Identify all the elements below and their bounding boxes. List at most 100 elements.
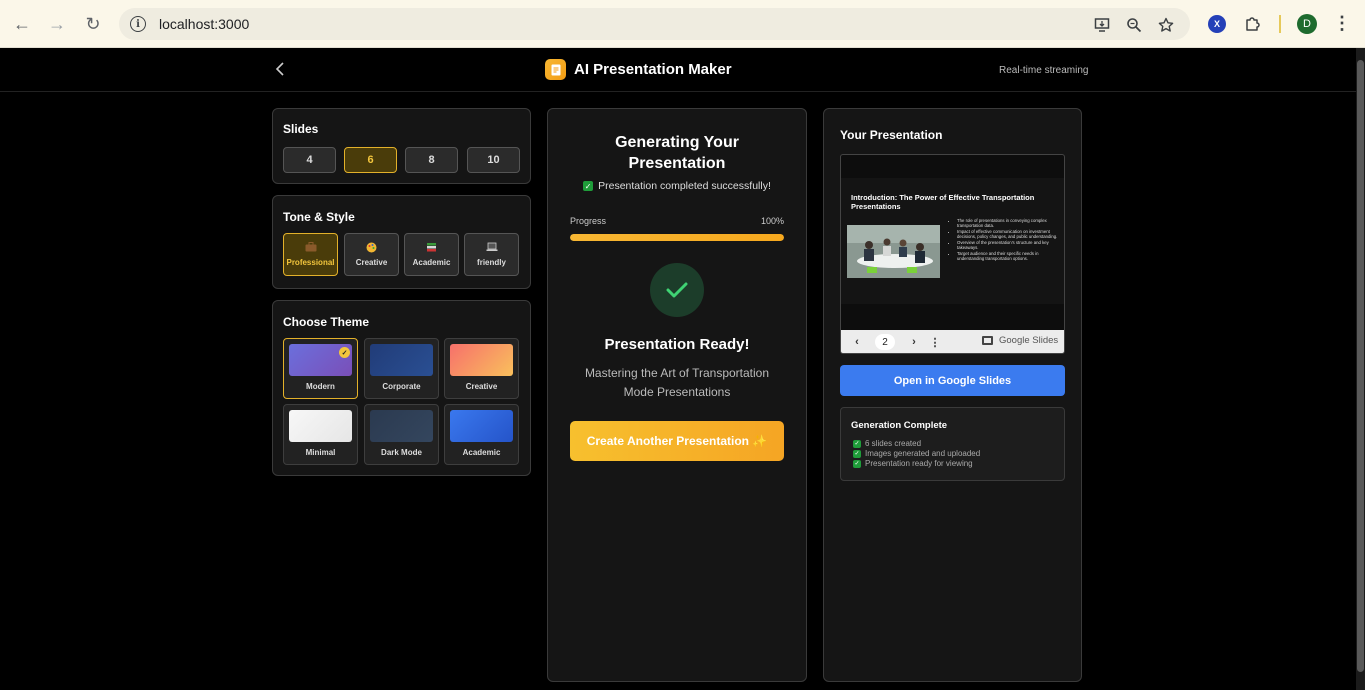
generation-status: ✓ Presentation completed successfully! <box>548 180 806 192</box>
app-brand: AI Presentation Maker <box>545 59 732 80</box>
slide-bullet: Impact of effective communication on inv… <box>957 229 1059 239</box>
slide-count-8-button[interactable]: 8 <box>405 147 458 173</box>
open-in-google-slides-button[interactable]: Open in Google Slides <box>840 365 1065 396</box>
slide-bullet: The role of presentations in conveying c… <box>957 218 1059 228</box>
ready-check-icon <box>650 263 704 317</box>
theme-panel: Choose Theme ✓ Modern Corporate Creative… <box>272 300 531 476</box>
site-info-icon[interactable]: i <box>130 16 146 32</box>
theme-name: Dark Mode <box>381 448 422 457</box>
url-text[interactable]: localhost:3000 <box>159 16 249 32</box>
slide-preview: Introduction: The Power of Effective Tra… <box>841 178 1064 304</box>
extensions-puzzle-icon[interactable] <box>1242 12 1264 34</box>
browser-toolbar: ← → ↻ i localhost:3000 X D ⋮ <box>0 0 1365 48</box>
theme-minimal-card[interactable]: Minimal <box>283 404 358 465</box>
theme-swatch <box>370 344 433 376</box>
zoom-icon[interactable] <box>1125 16 1143 34</box>
check-icon: ✓ <box>853 449 861 458</box>
streaming-status: Real-time streaming <box>999 65 1089 76</box>
bookmark-star-icon[interactable] <box>1157 16 1175 34</box>
progress-percent: 100% <box>760 216 784 226</box>
slides-embed[interactable]: Introduction: The Power of Effective Tra… <box>840 154 1065 354</box>
theme-swatch <box>370 410 433 442</box>
profile-avatar[interactable]: D <box>1297 14 1317 34</box>
generation-title: Generating Your Presentation <box>615 134 739 172</box>
presentation-logo-icon <box>545 59 566 80</box>
back-arrow-icon[interactable]: ← <box>10 12 34 36</box>
tone-label: Creative <box>355 258 388 267</box>
check-icon: ✓ <box>853 439 861 448</box>
completion-title: Generation Complete <box>851 420 948 431</box>
more-menu-icon[interactable]: ⋮ <box>1331 12 1353 34</box>
tone-academic-button[interactable]: Academic <box>404 233 459 276</box>
theme-name: Creative <box>465 382 498 391</box>
next-slide-icon[interactable]: › <box>907 334 921 350</box>
theme-dark-mode-card[interactable]: Dark Mode <box>364 404 439 465</box>
tone-professional-button[interactable]: Professional <box>283 233 338 276</box>
ready-subtitle: Mastering the Art of Transportation Mode… <box>584 366 770 399</box>
address-bar[interactable]: i localhost:3000 <box>119 8 1190 40</box>
preview-title: Your Presentation <box>840 128 943 142</box>
theme-panel-title: Choose Theme <box>283 315 370 329</box>
scrollbar-thumb[interactable] <box>1357 60 1364 672</box>
palette-icon <box>366 242 377 256</box>
create-another-button[interactable]: Create Another Presentation ✨ <box>570 421 784 461</box>
generation-complete-box: Generation Complete ✓ 6 slides created ✓… <box>840 407 1065 481</box>
tone-friendly-button[interactable]: friendly <box>464 233 519 276</box>
app-header: AI Presentation Maker Real-time streamin… <box>0 48 1356 92</box>
completion-item-text: 6 slides created <box>865 439 922 448</box>
theme-modern-card[interactable]: ✓ Modern <box>283 338 358 399</box>
progress-bar <box>570 234 784 241</box>
completion-item: ✓ Images generated and uploaded <box>853 449 980 458</box>
app-title: AI Presentation Maker <box>574 61 732 78</box>
google-slides-icon <box>982 336 993 345</box>
page-scrollbar[interactable] <box>1356 48 1365 690</box>
completion-item-text: Presentation ready for viewing <box>865 459 973 468</box>
prev-slide-icon[interactable]: ‹ <box>850 334 864 350</box>
reload-icon[interactable]: ↻ <box>81 12 105 36</box>
embed-toolbar: ‹ 2 › ⋮ Google Slides <box>841 330 1064 353</box>
forward-arrow-icon[interactable]: → <box>45 12 69 36</box>
theme-name: Academic <box>462 448 501 457</box>
completion-item-text: Images generated and uploaded <box>865 449 981 458</box>
back-chevron-icon[interactable] <box>270 58 290 80</box>
google-slides-label: Google Slides <box>999 335 1059 346</box>
check-icon: ✓ <box>853 459 861 468</box>
theme-name: Corporate <box>382 382 421 391</box>
meeting-photo <box>847 225 940 278</box>
theme-corporate-card[interactable]: Corporate <box>364 338 439 399</box>
slides-panel-title: Slides <box>283 122 319 136</box>
tone-creative-button[interactable]: Creative <box>344 233 399 276</box>
embed-more-icon[interactable]: ⋮ <box>928 334 942 350</box>
slide-bullets: The role of presentations in conveying c… <box>949 218 1059 262</box>
slide-count-4-button[interactable]: 4 <box>283 147 336 173</box>
success-check-icon: ✓ <box>583 181 594 191</box>
laptop-icon <box>486 242 498 256</box>
install-app-icon[interactable] <box>1093 16 1111 34</box>
slide-title: Introduction: The Power of Effective Tra… <box>851 193 1035 211</box>
extension-x-icon[interactable]: X <box>1208 15 1226 33</box>
google-slides-link[interactable]: Google Slides <box>982 335 1058 346</box>
tone-label: friendly <box>477 258 506 267</box>
theme-swatch <box>450 344 513 376</box>
completion-item: ✓ 6 slides created <box>853 439 921 448</box>
slides-panel: Slides 4 6 8 10 <box>272 108 531 184</box>
slide-page-number[interactable]: 2 <box>875 334 895 350</box>
generation-panel: Generating Your Presentation ✓ Presentat… <box>547 108 807 682</box>
tone-label: Professional <box>286 258 335 267</box>
ready-title: Presentation Ready! <box>604 336 750 353</box>
slide-count-10-button[interactable]: 10 <box>467 147 520 173</box>
slide-count-6-button[interactable]: 6 <box>344 147 397 173</box>
theme-swatch <box>450 410 513 442</box>
progress-bar-fill <box>570 234 784 241</box>
theme-name: Minimal <box>305 448 336 457</box>
theme-swatch <box>289 410 352 442</box>
slide-bullet: Target audience and their specific needs… <box>957 251 1059 261</box>
generation-status-text: Presentation completed successfully! <box>598 180 771 192</box>
theme-creative-card[interactable]: Creative <box>444 338 519 399</box>
progress-label: Progress <box>570 216 607 226</box>
tone-panel: Tone & Style Professional Creative Acade… <box>272 195 531 289</box>
theme-swatch: ✓ <box>289 344 352 376</box>
tone-label: Academic <box>412 258 451 267</box>
toolbar-separator <box>1279 15 1281 33</box>
theme-academic-card[interactable]: Academic <box>444 404 519 465</box>
